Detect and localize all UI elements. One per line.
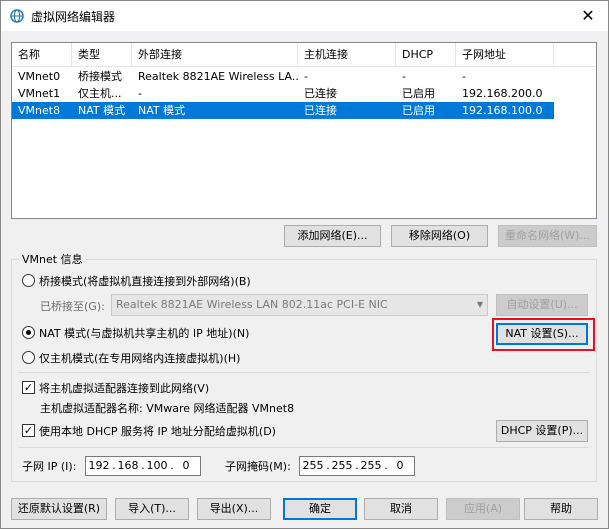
title-bar: 虚拟网络编辑器 ✕ xyxy=(1,1,608,31)
subnet-mask-input[interactable]: 255 . 255 . 255 . 0 xyxy=(299,456,415,476)
mask-octet[interactable]: 255 xyxy=(331,457,353,475)
vmnet-info-group xyxy=(11,259,597,482)
use-dhcp-label[interactable]: 使用本地 DHCP 服务将 IP 地址分配给虚拟机(D) xyxy=(39,423,276,439)
cell-external: NAT 模式 xyxy=(138,104,186,117)
rename-network-button[interactable]: 重命名网络(W)... xyxy=(498,225,597,247)
connect-adapter-label[interactable]: 将主机虚拟适配器连接到此网络(V) xyxy=(39,380,209,396)
table-row-selected[interactable]: VMnet8 NAT 模式 NAT 模式 已连接 已启用 192.168.100… xyxy=(12,102,554,119)
connect-adapter-checkbox[interactable]: ✓ xyxy=(22,381,35,394)
apply-button[interactable]: 应用(A) xyxy=(446,498,520,520)
column-header-host[interactable]: 主机连接 xyxy=(298,43,396,67)
nat-mode-label[interactable]: NAT 模式(与虚拟机共享主机的 IP 地址)(N) xyxy=(39,325,249,341)
cancel-button[interactable]: 取消 xyxy=(364,498,438,520)
cell-type: 桥接模式 xyxy=(78,70,122,83)
cell-dhcp: 已启用 xyxy=(402,87,435,100)
remove-network-button[interactable]: 移除网络(O) xyxy=(391,225,488,247)
bridged-to-label: 已桥接至(G): xyxy=(40,300,105,313)
ip-octet[interactable]: 192 xyxy=(88,457,110,475)
subnet-ip-label: 子网 IP (I): xyxy=(22,460,77,473)
table-row[interactable]: VMnet1 仅主机... - 已连接 已启用 192.168.200.0 xyxy=(12,85,554,102)
dhcp-settings-button[interactable]: DHCP 设置(P)... xyxy=(496,420,588,442)
column-header-external[interactable]: 外部连接 xyxy=(132,43,298,67)
column-header-type[interactable]: 类型 xyxy=(72,43,132,67)
cell-subnet: 192.168.100.0 xyxy=(462,104,543,117)
highlight-annotation-box xyxy=(492,318,595,351)
mask-octet[interactable]: 255 xyxy=(360,457,382,475)
bridged-to-value: Realtek 8821AE Wireless LAN 802.11ac PCI… xyxy=(116,298,388,311)
cell-type: 仅主机... xyxy=(78,87,122,100)
cell-type: NAT 模式 xyxy=(78,104,126,117)
cell-name: VMnet1 xyxy=(18,87,61,100)
checkmark-icon: ✓ xyxy=(23,381,34,394)
cell-external: - xyxy=(138,87,142,100)
cell-host: 已连接 xyxy=(304,104,337,117)
cell-host: - xyxy=(304,70,308,83)
column-header-dhcp[interactable]: DHCP xyxy=(396,43,456,67)
list-header: 名称 类型 外部连接 主机连接 DHCP 子网地址 xyxy=(12,43,596,67)
cell-subnet: 192.168.200.0 xyxy=(462,87,543,100)
close-icon: ✕ xyxy=(581,6,595,25)
export-button[interactable]: 导出(X)... xyxy=(197,498,271,520)
nat-mode-radio[interactable] xyxy=(22,326,35,339)
cell-name: VMnet0 xyxy=(18,70,61,83)
network-list[interactable]: 名称 类型 外部连接 主机连接 DHCP 子网地址 VMnet0 桥接模式 Re… xyxy=(11,42,597,219)
auto-settings-button[interactable]: 自动设置(U)... xyxy=(496,294,588,316)
divider xyxy=(19,447,589,448)
bridged-mode-label[interactable]: 桥接模式(将虚拟机直接连接到外部网络)(B) xyxy=(39,273,251,289)
virtual-network-editor-window: 虚拟网络编辑器 ✕ 名称 类型 外部连接 主机连接 DHCP 子网地址 VMne… xyxy=(0,0,609,529)
chevron-down-icon: ▼ xyxy=(476,300,483,309)
cell-host: 已连接 xyxy=(304,87,337,100)
host-only-mode-label[interactable]: 仅主机模式(在专用网络内连接虚拟机)(H) xyxy=(39,350,240,366)
cell-external: Realtek 8821AE Wireless LA... xyxy=(138,70,298,83)
ok-button[interactable]: 确定 xyxy=(283,498,357,520)
column-header-name[interactable]: 名称 xyxy=(12,43,72,67)
bridged-mode-radio[interactable] xyxy=(22,274,35,287)
ip-octet[interactable]: 168 xyxy=(117,457,139,475)
mask-octet[interactable]: 255 xyxy=(302,457,324,475)
adapter-name-text: 主机虚拟适配器名称: VMware 网络适配器 VMnet8 xyxy=(40,402,295,415)
use-dhcp-checkbox[interactable]: ✓ xyxy=(22,424,35,437)
restore-defaults-button[interactable]: 还原默认设置(R) xyxy=(11,498,107,520)
subnet-ip-input[interactable]: 192 . 168 . 100 . 0 xyxy=(85,456,201,476)
cell-name: VMnet8 xyxy=(18,104,61,117)
close-button[interactable]: ✕ xyxy=(569,1,607,31)
ip-octet[interactable]: 0 xyxy=(175,457,197,475)
column-header-subnet[interactable]: 子网地址 xyxy=(456,43,554,67)
bridged-to-select[interactable]: Realtek 8821AE Wireless LAN 802.11ac PCI… xyxy=(111,294,488,316)
divider xyxy=(19,372,589,373)
help-button[interactable]: 帮助 xyxy=(524,498,598,520)
window-title: 虚拟网络编辑器 xyxy=(31,10,116,24)
mask-octet[interactable]: 0 xyxy=(389,457,411,475)
subnet-mask-label: 子网掩码(M): xyxy=(225,460,291,473)
checkmark-icon: ✓ xyxy=(23,424,34,437)
cell-subnet: - xyxy=(462,70,466,83)
network-globe-icon xyxy=(10,9,24,23)
add-network-button[interactable]: 添加网络(E)... xyxy=(284,225,381,247)
table-row[interactable]: VMnet0 桥接模式 Realtek 8821AE Wireless LA..… xyxy=(12,68,554,85)
vmnet-info-title: VMnet 信息 xyxy=(19,251,86,267)
cell-dhcp: - xyxy=(402,70,406,83)
host-only-mode-radio[interactable] xyxy=(22,351,35,364)
ip-octet[interactable]: 100 xyxy=(146,457,168,475)
import-button[interactable]: 导入(T)... xyxy=(115,498,189,520)
cell-dhcp: 已启用 xyxy=(402,104,435,117)
